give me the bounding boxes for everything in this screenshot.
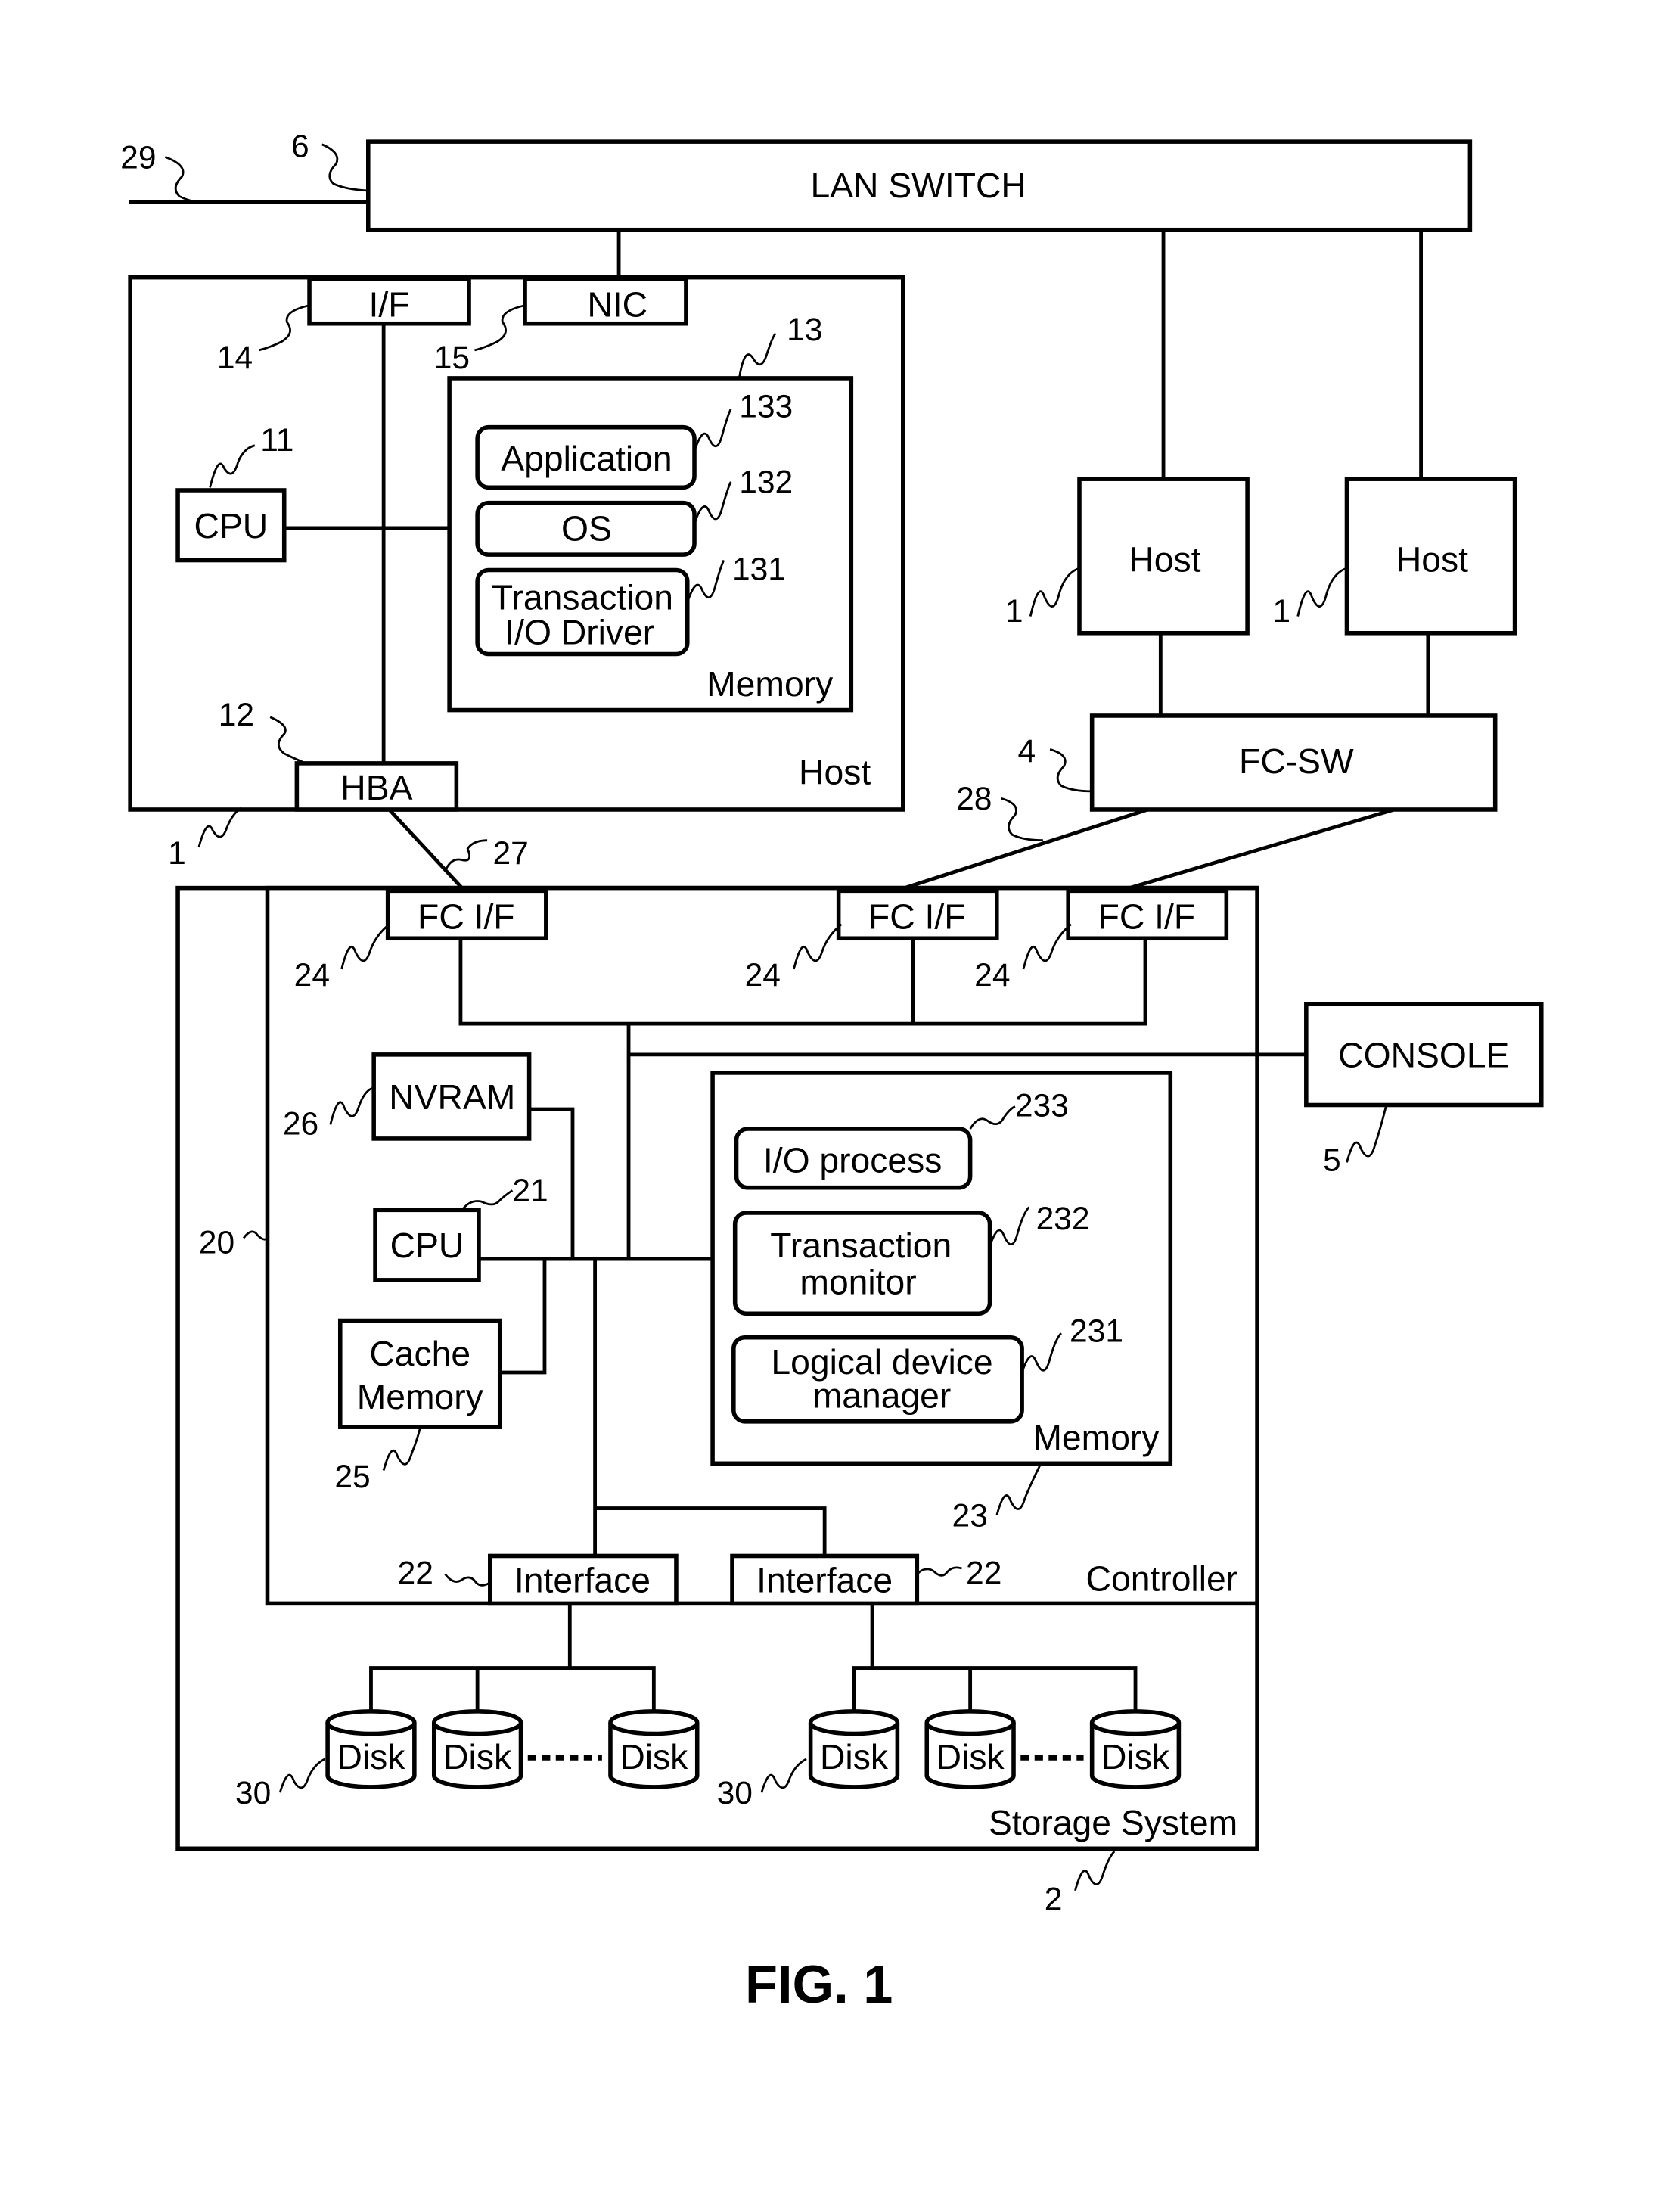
ref-15: 15 <box>434 340 470 376</box>
transaction-io-driver-label-2: I/O Driver <box>505 613 654 652</box>
disk-label: Disk <box>443 1737 512 1776</box>
console: CONSOLE 5 <box>1304 1002 1544 1178</box>
ref-leader <box>1296 567 1346 617</box>
ref-28: 28 <box>956 781 992 817</box>
ref-24-a: 24 <box>294 957 330 993</box>
ref-1-host3: 1 <box>1272 593 1290 629</box>
ref-2: 2 <box>1045 1882 1063 1918</box>
ref-26: 26 <box>283 1105 318 1142</box>
lan-switch-label: LAN SWITCH <box>810 166 1026 205</box>
ref-24-b: 24 <box>745 957 781 993</box>
ref-1-main: 1 <box>168 835 186 872</box>
ref-leader <box>197 807 242 848</box>
fcsw-to-fcif2-link <box>895 807 1149 893</box>
disk-label: Disk <box>620 1737 688 1776</box>
host-cpu-label: CPU <box>194 506 269 546</box>
ref-24-c: 24 <box>974 957 1010 993</box>
nvram-label: NVRAM <box>389 1077 515 1117</box>
ref-132: 132 <box>739 465 793 501</box>
host-hba-label: HBA <box>340 768 412 807</box>
ref-5: 5 <box>1323 1142 1341 1178</box>
ref-leader <box>1346 1106 1387 1163</box>
ref-20: 20 <box>199 1225 234 1261</box>
ref-133: 133 <box>739 389 793 425</box>
ref-30-a: 30 <box>235 1775 271 1811</box>
ref-leader <box>164 156 199 204</box>
interface-2-label: Interface <box>756 1561 893 1600</box>
disk: Disk <box>1089 1709 1182 1789</box>
ref-12: 12 <box>219 697 254 733</box>
host-main-label: Host <box>799 753 871 792</box>
disk: Disk <box>431 1709 523 1789</box>
ref-1-host2: 1 <box>1005 593 1023 629</box>
ref-23: 23 <box>952 1498 988 1534</box>
ref-30-b: 30 <box>717 1775 753 1811</box>
ref-4: 4 <box>1018 733 1036 769</box>
ref-6: 6 <box>291 128 309 164</box>
fc-if-3-label: FC I/F <box>1098 897 1195 936</box>
ref-21: 21 <box>512 1173 548 1209</box>
lan-switch: LAN SWITCH 29 6 <box>120 128 1473 232</box>
disk: Disk <box>808 1709 900 1789</box>
fcsw-to-fcif3-link <box>1119 807 1396 893</box>
ref-25: 25 <box>334 1459 370 1495</box>
fc-if-1-label: FC I/F <box>418 897 515 936</box>
ref-22-b: 22 <box>966 1555 1001 1591</box>
disk-label: Disk <box>337 1737 405 1776</box>
ref-leader <box>321 143 368 192</box>
host-if-label: I/F <box>369 284 410 324</box>
fc-switch-label: FC-SW <box>1239 741 1354 781</box>
ctrl-memory-label: Memory <box>1033 1418 1160 1457</box>
cache-memory-label-1: Cache <box>369 1334 470 1373</box>
transaction-io-driver-label-1: Transaction <box>492 577 673 617</box>
disk-label: Disk <box>936 1737 1005 1776</box>
interface-1-label: Interface <box>514 1561 651 1600</box>
system-block-diagram: LAN SWITCH 29 6 Host I/F 14 NIC 15 CPU 1… <box>120 128 1544 2014</box>
host-2: Host 1 <box>1005 477 1250 636</box>
cache-memory-label-2: Memory <box>357 1377 484 1416</box>
ref-27: 27 <box>492 835 528 872</box>
ref-231: 231 <box>1070 1313 1123 1349</box>
ref-leader <box>444 839 488 872</box>
ref-leader <box>1029 567 1079 617</box>
host-nic-label: NIC <box>587 284 647 324</box>
ref-22-a: 22 <box>398 1555 433 1591</box>
transaction-monitor-label-2: monitor <box>800 1262 916 1301</box>
ref-29: 29 <box>120 139 156 176</box>
figure-caption: FIG. 1 <box>745 1954 893 2014</box>
os-label: OS <box>561 509 612 549</box>
disk: Disk <box>325 1709 417 1789</box>
host-main: Host I/F 14 NIC 15 CPU 11 HBA 12 Memory … <box>128 275 905 872</box>
ref-131: 131 <box>732 551 786 587</box>
disk: Disk <box>608 1709 700 1789</box>
controller-label: Controller <box>1086 1559 1238 1599</box>
ref-14: 14 <box>217 340 253 376</box>
disk-label: Disk <box>820 1737 889 1776</box>
io-process-label: I/O process <box>763 1140 942 1180</box>
ref-13: 13 <box>787 312 822 348</box>
fc-switch: FC-SW 4 28 <box>956 713 1498 842</box>
ctrl-cpu-label: CPU <box>390 1226 464 1265</box>
fc-if-2-label: FC I/F <box>868 897 966 936</box>
host-3-label: Host <box>1396 539 1468 579</box>
logical-device-manager-label-2: manager <box>813 1375 952 1415</box>
host-2-label: Host <box>1129 539 1200 579</box>
ref-leader <box>1000 797 1043 842</box>
ref-leader <box>1049 748 1092 793</box>
ref-233: 233 <box>1015 1087 1069 1124</box>
ref-11: 11 <box>260 422 293 458</box>
disk: Disk <box>924 1709 1016 1789</box>
ref-leader <box>1074 1851 1116 1891</box>
transaction-monitor-label-1: Transaction <box>770 1226 952 1265</box>
application-label: Application <box>501 439 672 478</box>
console-label: CONSOLE <box>1338 1036 1509 1075</box>
storage-system-label: Storage System <box>989 1803 1237 1842</box>
hba-to-fcif1-link <box>387 808 464 890</box>
ref-232: 232 <box>1036 1201 1090 1237</box>
host-memory-label: Memory <box>706 664 834 704</box>
host-3: Host 1 <box>1272 477 1517 636</box>
disk-label: Disk <box>1101 1737 1170 1776</box>
